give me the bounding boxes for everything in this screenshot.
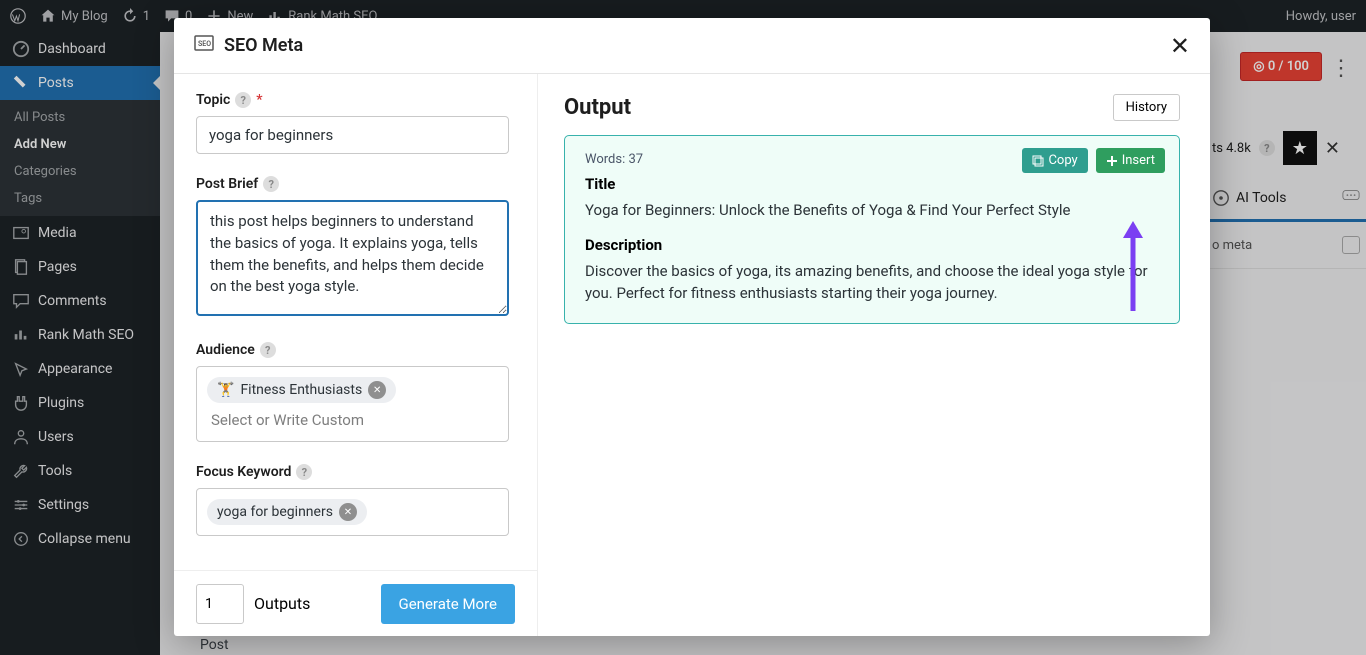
audience-placeholder: Select or Write Custom (207, 403, 498, 431)
outputs-input[interactable] (196, 584, 244, 624)
brief-textarea[interactable] (196, 200, 509, 316)
seo-icon: SEO (194, 33, 214, 58)
keyword-tagbox[interactable]: yoga for beginners✕ (196, 488, 509, 536)
output-heading: Output (564, 95, 631, 120)
form-pane: Topic?* Post Brief? Audience? 🏋️ Fitness… (174, 74, 538, 636)
keyword-help-icon[interactable]: ? (296, 464, 312, 480)
svg-text:SEO: SEO (198, 40, 211, 48)
audience-label: Audience? (196, 342, 509, 358)
remove-keyword-icon[interactable]: ✕ (339, 503, 357, 521)
outputs-label: Outputs (254, 594, 310, 613)
remove-tag-icon[interactable]: ✕ (368, 381, 386, 399)
output-pane: Output History Words: 37 Copy Insert Tit… (538, 74, 1210, 636)
title-text: Yoga for Beginners: Unlock the Benefits … (585, 199, 1159, 222)
copy-icon (1032, 155, 1044, 167)
insert-button[interactable]: Insert (1096, 148, 1165, 173)
topic-input[interactable] (196, 116, 509, 154)
annotation-arrow (1118, 216, 1148, 320)
generate-more-button[interactable]: Generate More (381, 584, 516, 624)
keyword-tag[interactable]: yoga for beginners✕ (207, 499, 367, 525)
topic-label: Topic?* (196, 92, 509, 108)
brief-label: Post Brief? (196, 176, 509, 192)
title-label: Title (585, 175, 1159, 193)
description-label: Description (585, 236, 1159, 254)
seo-meta-modal: SEO SEO Meta ✕ Topic?* Post Brief? Audie… (174, 18, 1210, 636)
output-card: Words: 37 Copy Insert Title Yoga for Beg… (564, 135, 1180, 324)
audience-tagbox[interactable]: 🏋️ Fitness Enthusiasts✕ Select or Write … (196, 366, 509, 442)
keyword-label: Focus Keyword? (196, 464, 509, 480)
topic-help-icon[interactable]: ? (235, 92, 251, 108)
modal-title: SEO Meta (224, 35, 303, 56)
copy-button[interactable]: Copy (1022, 148, 1087, 173)
plus-icon (1106, 155, 1118, 167)
brief-help-icon[interactable]: ? (263, 176, 279, 192)
description-text: Discover the basics of yoga, its amazing… (585, 260, 1159, 305)
close-modal-icon[interactable]: ✕ (1170, 32, 1190, 60)
audience-tag[interactable]: 🏋️ Fitness Enthusiasts✕ (207, 377, 396, 403)
history-button[interactable]: History (1113, 94, 1180, 121)
audience-help-icon[interactable]: ? (260, 342, 276, 358)
